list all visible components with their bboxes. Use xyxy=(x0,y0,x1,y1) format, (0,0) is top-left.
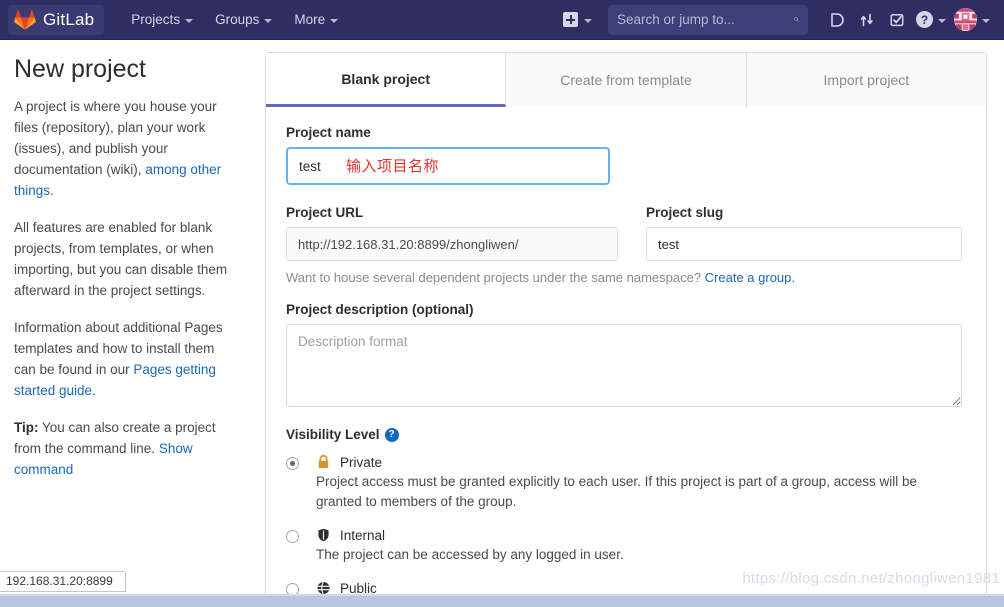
nav-more-label: More xyxy=(294,12,326,27)
sidebar-paragraph-2: All features are enabled for blank proje… xyxy=(14,220,228,298)
issues-button[interactable] xyxy=(822,5,852,35)
watermark-text: https://blog.csdn.net/zhongliwen1981 xyxy=(742,570,1000,587)
visibility-private-description: Project access must be granted explicitl… xyxy=(316,474,918,509)
project-slug-group: Project slug xyxy=(646,205,962,261)
create-a-group-link[interactable]: Create a group. xyxy=(705,270,795,285)
visibility-private-body: Private Project access must be granted e… xyxy=(316,454,941,512)
chevron-down-icon xyxy=(938,18,946,23)
visibility-level-label: Visibility Level xyxy=(286,427,380,442)
tab-blank-project[interactable]: Blank project xyxy=(266,53,507,107)
tab-import-project-label: Import project xyxy=(823,72,910,88)
sidebar-p1-period: . xyxy=(50,183,54,198)
page-sidebar: New project A project is where you house… xyxy=(0,40,262,607)
visibility-internal-title: Internal xyxy=(340,527,386,543)
tab-create-from-template[interactable]: Create from template xyxy=(506,53,747,107)
sidebar-paragraph-4: Tip: You can also create a project from … xyxy=(14,417,232,480)
project-name-label: Project name xyxy=(286,125,371,140)
sidebar-paragraph-3: Information about additional Pages templ… xyxy=(14,317,232,401)
todos-button[interactable] xyxy=(882,5,912,35)
global-search[interactable] xyxy=(608,4,808,35)
question-circle-icon: ? xyxy=(916,11,933,28)
tab-import-project[interactable]: Import project xyxy=(746,53,986,107)
project-type-tabs: Blank project Create from template Impor… xyxy=(266,53,986,107)
visibility-private-title: Private xyxy=(340,454,383,470)
namespace-helper-text: Want to house several dependent projects… xyxy=(286,270,705,285)
visibility-internal-body: Internal The project can be accessed by … xyxy=(316,527,624,565)
project-description-textarea[interactable] xyxy=(286,324,962,407)
chevron-down-icon xyxy=(330,18,339,23)
nav-projects[interactable]: Projects xyxy=(122,4,202,35)
project-description-label: Project description (optional) xyxy=(286,302,474,317)
gitlab-new-project-page: GitLab Projects Groups More Search or ju… xyxy=(0,0,1004,607)
todos-icon xyxy=(890,13,904,26)
shield-icon xyxy=(318,528,329,542)
nav-groups-label: Groups xyxy=(215,12,260,27)
tip-label: Tip: xyxy=(14,420,39,435)
nav-groups[interactable]: Groups xyxy=(206,4,281,35)
radio-internal[interactable] xyxy=(286,530,299,543)
chevron-down-icon xyxy=(584,18,592,23)
user-avatar-identicon xyxy=(954,8,977,31)
url-slug-row: Project URL Project slug xyxy=(286,205,962,261)
chevron-down-icon xyxy=(264,18,273,23)
visibility-option-internal[interactable]: Internal The project can be accessed by … xyxy=(286,527,962,565)
primary-nav: Projects Groups More xyxy=(122,4,347,35)
project-slug-input[interactable] xyxy=(646,227,962,261)
chevron-down-icon xyxy=(982,18,990,23)
nav-more[interactable]: More xyxy=(285,4,347,35)
visibility-level-header: Visibility Level ? xyxy=(286,427,962,442)
new-project-form: Project name 输入项目名称 Project URL Project … xyxy=(266,107,986,607)
project-url-input[interactable] xyxy=(286,227,618,261)
project-name-input[interactable] xyxy=(286,147,610,185)
gitlab-tanuki-logo-icon xyxy=(14,9,36,30)
sidebar-p3-period: . xyxy=(92,383,96,398)
project-url-label: Project URL xyxy=(286,205,364,220)
navbar-right-area: ? xyxy=(557,0,1004,40)
visibility-help-icon[interactable]: ? xyxy=(384,427,399,442)
visibility-internal-description: The project can be accessed by any logge… xyxy=(316,547,624,562)
lock-icon xyxy=(318,455,329,468)
project-name-row: 输入项目名称 xyxy=(286,147,962,185)
tab-create-from-template-label: Create from template xyxy=(560,72,692,88)
chevron-down-icon xyxy=(185,18,194,23)
help-menu[interactable]: ? xyxy=(912,8,950,31)
issues-icon xyxy=(831,12,844,27)
project-slug-label: Project slug xyxy=(646,205,724,220)
browser-status-bar: 192.168.31.20:8899 xyxy=(0,571,126,592)
visibility-option-private[interactable]: Private Project access must be granted e… xyxy=(286,454,962,512)
merge-requests-button[interactable] xyxy=(852,5,882,35)
plus-square-icon xyxy=(563,12,578,27)
user-menu[interactable] xyxy=(950,5,994,34)
top-navbar: GitLab Projects Groups More Search or ju… xyxy=(0,0,1004,40)
sidebar-paragraph-1: A project is where you house your files … xyxy=(14,96,232,201)
radio-private[interactable] xyxy=(286,457,299,470)
create-new-button[interactable] xyxy=(557,8,598,31)
visibility-private-head: Private xyxy=(316,454,941,470)
bottom-scrollbar-strip[interactable] xyxy=(0,594,1004,607)
search-input[interactable] xyxy=(617,12,794,27)
nav-projects-label: Projects xyxy=(131,12,181,27)
new-project-panel: Blank project Create from template Impor… xyxy=(265,52,987,607)
search-icon xyxy=(794,17,799,22)
merge-requests-icon xyxy=(860,13,873,26)
page-title: New project xyxy=(14,55,146,83)
tab-blank-project-label: Blank project xyxy=(341,70,431,87)
brand-text: GitLab xyxy=(43,10,95,29)
project-description-group: Project description (optional) xyxy=(286,302,962,407)
page-body: New project A project is where you house… xyxy=(0,40,1004,607)
namespace-helper: Want to house several dependent projects… xyxy=(286,270,962,285)
visibility-internal-head: Internal xyxy=(316,527,624,543)
gitlab-home-link[interactable]: GitLab xyxy=(8,4,105,35)
project-url-group: Project URL xyxy=(286,205,618,261)
